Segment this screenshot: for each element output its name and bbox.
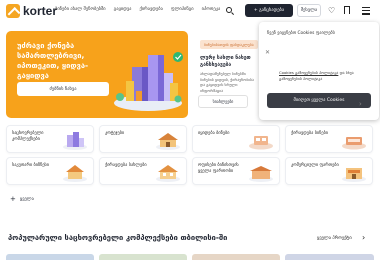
cottage-icon [156,133,180,150]
accept-cookies-button[interactable]: მიიღეთ ყველა Cookies [267,93,371,108]
rent-icon [342,137,366,150]
apartment-icon [249,136,273,150]
category-card-apartments-sale[interactable]: იყიდება ბინები [192,125,280,153]
promo-description: ახლადაშენებულ ბინებში ბინების ყიდვის, ქი… [200,71,254,93]
category-card-commercial[interactable]: კომერციული ფართები [285,157,373,185]
menu-icon[interactable] [362,7,370,17]
hero-banner: უძრავი ქონება სამართლებრივი, იპოთეკით, ყ… [6,31,188,118]
category-label: ქირავდება ბინები [291,131,329,136]
search-icon[interactable] [225,6,235,16]
commercial-icon [342,168,366,182]
listing-thumbnail[interactable] [99,254,187,260]
promo-title: ლურჯ სახლი ნახეთ განსხვავება [200,55,251,68]
promo-card: ბინებისათვის ფასდაკლება ლურჯ სახლი ნახეთ… [198,40,258,110]
hero-search-button[interactable]: ძებნის ნახვა [17,82,109,96]
category-card-business[interactable]: საკუთარი ბიზნესი [6,157,94,185]
category-label: კოტეჯები [105,131,125,136]
see-all-link[interactable]: ყველა პროექტი [317,236,352,241]
heart-icon[interactable]: ♡ [328,6,335,16]
category-card-houses-rent[interactable]: ქირავდება სახლები [99,157,187,185]
cookie-policy-text: Cookies გამოყენების პოლიტიკა და სხვა გამ… [279,70,375,81]
complex-icon [63,132,87,150]
signin-button[interactable]: შესვლა [297,4,321,17]
listing-thumbnail[interactable] [6,254,94,260]
nav-item-flipping[interactable]: ფლიპინგი [171,7,194,12]
nav-item-new-buildings[interactable]: ბინები ახალ შენობებში [55,7,106,12]
category-card-offices[interactable]: ოფისები ბინისთვის ყველა ფართობი [192,157,280,185]
promo-badge: ბინებისათვის ფასდაკლება [200,40,258,49]
nav-item-rent[interactable]: ქირავდება [139,7,162,12]
hero-title: უძრავი ქონება სამართლებრივი, იპოთეკით, ყ… [17,41,89,80]
cookie-heading: ჩვენ ვიყენებთ Cookies ფაილებს [267,31,335,36]
nav-item-sale[interactable]: გაყიდვა [114,7,132,12]
office-icon [249,166,273,182]
category-label: კომერციული ფართები [291,163,339,168]
nav-item-mortgage[interactable]: იპოთეკა [202,7,221,12]
header: korter ბინები ახალ შენობებში გაყიდვა ქირ… [0,0,380,22]
close-icon[interactable]: ✕ [265,50,271,56]
listing-thumbnail[interactable] [285,254,374,260]
category-label: ქირავდება სახლები [105,163,147,168]
listing-thumbnail[interactable] [192,254,280,260]
category-label: საცხოვრებელი კომპლექსები [12,131,44,142]
category-label: ოფისები ბინისთვის ყველა ფართობი [198,163,239,174]
chevron-right-icon[interactable]: › [359,100,362,108]
logo-text: korter [23,4,58,18]
logo[interactable]: korter [6,4,57,18]
category-card-apartments-rent[interactable]: ქირავდება ბინები [285,125,373,153]
house-icon [63,165,87,182]
listing-preview-strip [6,254,374,260]
add-listing-button[interactable]: + განცხადება [245,4,293,17]
category-card-complexes[interactable]: საცხოვრებელი კომპლექსები [6,125,94,153]
hero-buildings-illustration [114,52,183,111]
cookie-policy-link[interactable]: Cookies გამოყენების პოლიტიკა [279,70,338,75]
bookmark-icon[interactable] [344,6,350,14]
category-label: იყიდება ბინები [198,131,230,136]
section-title: პოპულარული საცხოვრებელი კომპლექსები თბილ… [8,233,228,242]
show-more-button[interactable]: + ყველა [10,196,34,203]
logo-icon [6,4,20,18]
category-card-cottages[interactable]: კოტეჯები [99,125,187,153]
plus-icon: + [10,195,16,203]
show-more-label: ყველა [19,197,34,202]
chevron-right-icon[interactable]: › [362,233,365,242]
category-label: საკუთარი ბიზნესი [12,163,49,168]
cottage-rent-icon [156,165,180,182]
promo-button[interactable]: სიახლეები [198,95,248,108]
main-nav: ბინები ახალ შენობებში გაყიდვა ქირავდება … [55,7,220,12]
